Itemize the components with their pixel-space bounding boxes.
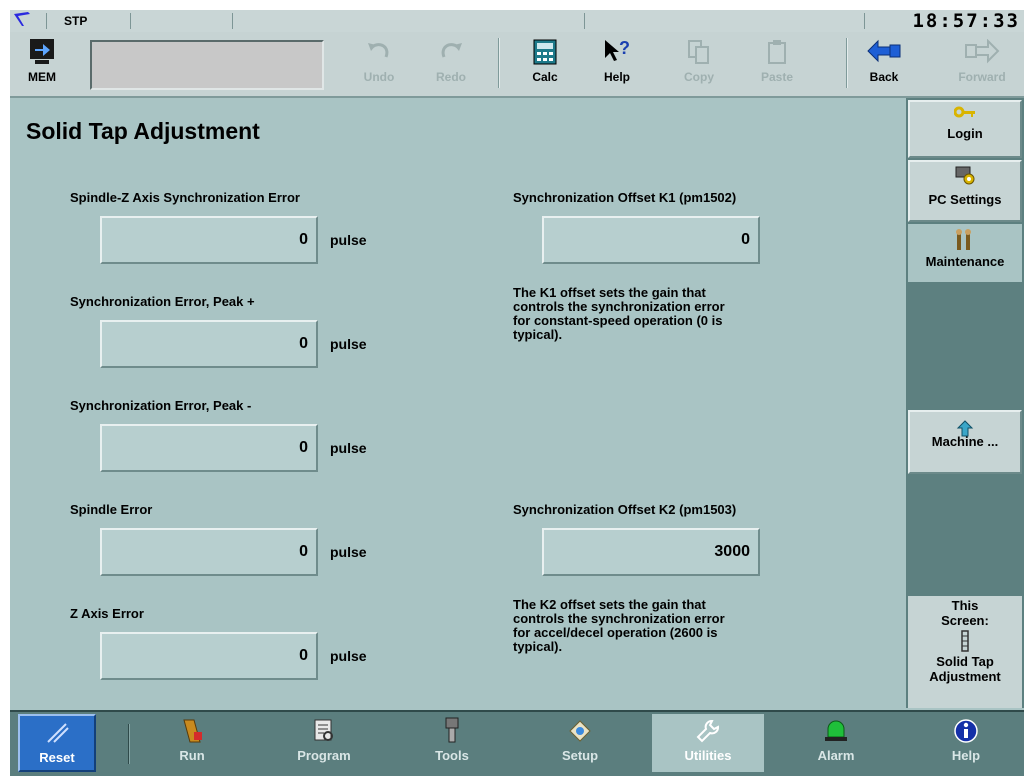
calculator-icon bbox=[514, 36, 576, 68]
mem-button[interactable]: MEM bbox=[14, 36, 70, 92]
clock: 18:57:33 bbox=[912, 10, 1020, 32]
undo-icon bbox=[348, 36, 410, 68]
status-divider bbox=[584, 13, 585, 29]
wrench-icon bbox=[652, 714, 764, 748]
back-button[interactable]: Back bbox=[858, 36, 910, 92]
field-unit: pulse bbox=[330, 440, 367, 456]
program-display bbox=[90, 40, 324, 90]
status-bar: STP 18:57:33 bbox=[10, 10, 1024, 33]
program-icon bbox=[268, 714, 380, 748]
field-label: Z Axis Error bbox=[70, 606, 144, 621]
forward-button[interactable]: Forward bbox=[944, 36, 1020, 92]
reset-icon bbox=[20, 716, 94, 750]
offset-k1-input[interactable]: 0 bbox=[542, 216, 760, 264]
this-screen-panel: This Screen: Solid Tap Adjustment bbox=[908, 596, 1022, 708]
status-divider bbox=[46, 13, 47, 29]
status-divider bbox=[130, 13, 131, 29]
logo-icon bbox=[14, 12, 32, 33]
undo-button[interactable]: Undo bbox=[348, 36, 410, 92]
toolbar-divider bbox=[498, 38, 500, 88]
field-unit: pulse bbox=[330, 336, 367, 352]
nav-divider bbox=[128, 724, 130, 764]
spindle-error-field: 0 bbox=[100, 528, 318, 576]
offset-label: Synchronization Offset K2 (pm1503) bbox=[513, 502, 737, 517]
field-label: Spindle-Z Axis Synchronization Error bbox=[70, 190, 300, 205]
status-divider bbox=[864, 13, 865, 29]
sidebar: Login PC Settings Maintenance Machine ..… bbox=[906, 98, 1024, 708]
cnc-window: STP 18:57:33 MEM Undo Redo Calc ? Help C… bbox=[10, 10, 1024, 776]
offset-k2-input[interactable]: 3000 bbox=[542, 528, 760, 576]
nav-help[interactable]: Help bbox=[910, 714, 1022, 772]
field-label: Synchronization Error, Peak + bbox=[70, 294, 255, 309]
forward-arrow-icon bbox=[944, 36, 1020, 68]
main-panel: Solid Tap Adjustment Spindle-Z Axis Sync… bbox=[10, 98, 906, 708]
nav-alarm[interactable]: Alarm bbox=[780, 714, 892, 772]
z-axis-error-field: 0 bbox=[100, 632, 318, 680]
redo-icon bbox=[420, 36, 482, 68]
back-arrow-icon bbox=[858, 36, 910, 68]
nav-run[interactable]: Run bbox=[136, 714, 248, 772]
setup-icon bbox=[524, 714, 636, 748]
offset-k1-description: The K1 offset sets the gain that control… bbox=[513, 285, 725, 342]
field-label: Spindle Error bbox=[70, 502, 153, 517]
machine-button[interactable]: Machine ... bbox=[908, 410, 1022, 474]
field-unit: pulse bbox=[330, 232, 367, 248]
tools-icon bbox=[396, 714, 508, 748]
toolbar: MEM Undo Redo Calc ? Help Copy Paste Bac… bbox=[10, 32, 1024, 98]
toolbar-divider bbox=[846, 38, 848, 88]
peak-minus-field: 0 bbox=[100, 424, 318, 472]
maintenance-tab[interactable]: Maintenance bbox=[908, 224, 1022, 282]
field-label: Synchronization Error, Peak - bbox=[70, 398, 252, 413]
nav-program[interactable]: Program bbox=[268, 714, 380, 772]
copy-icon bbox=[668, 36, 730, 68]
screen-link-icon bbox=[908, 630, 1022, 652]
maintenance-icon bbox=[910, 228, 1020, 252]
copy-button[interactable]: Copy bbox=[668, 36, 730, 92]
paste-button[interactable]: Paste bbox=[746, 36, 808, 92]
nav-utilities[interactable]: Utilities bbox=[652, 714, 764, 772]
bottom-nav: Reset Run Program Tools Setup Utilities … bbox=[10, 710, 1024, 776]
sync-error-field: 0 bbox=[100, 216, 318, 264]
pc-settings-icon bbox=[910, 164, 1020, 186]
redo-button[interactable]: Redo bbox=[420, 36, 482, 92]
login-button[interactable]: Login bbox=[908, 100, 1022, 158]
help-button[interactable]: ? Help bbox=[586, 36, 648, 92]
nav-tools[interactable]: Tools bbox=[396, 714, 508, 772]
info-icon bbox=[910, 714, 1022, 748]
peak-plus-field: 0 bbox=[100, 320, 318, 368]
calc-button[interactable]: Calc bbox=[514, 36, 576, 92]
nav-setup[interactable]: Setup bbox=[524, 714, 636, 772]
mem-icon bbox=[14, 36, 70, 68]
offset-k2-description: The K2 offset sets the gain that control… bbox=[513, 597, 725, 654]
status-divider bbox=[232, 13, 233, 29]
reset-button[interactable]: Reset bbox=[18, 714, 96, 772]
paste-icon bbox=[746, 36, 808, 68]
help-cursor-icon: ? bbox=[586, 36, 648, 68]
pc-settings-button[interactable]: PC Settings bbox=[908, 160, 1022, 222]
page-title: Solid Tap Adjustment bbox=[26, 118, 260, 144]
field-unit: pulse bbox=[330, 648, 367, 664]
run-icon bbox=[136, 714, 248, 748]
machine-mode: STP bbox=[64, 14, 88, 28]
alarm-light-icon bbox=[780, 714, 892, 748]
key-icon bbox=[910, 104, 1020, 120]
offset-label: Synchronization Offset K1 (pm1502) bbox=[513, 190, 737, 205]
field-unit: pulse bbox=[330, 544, 367, 560]
svg-text:?: ? bbox=[619, 38, 630, 58]
